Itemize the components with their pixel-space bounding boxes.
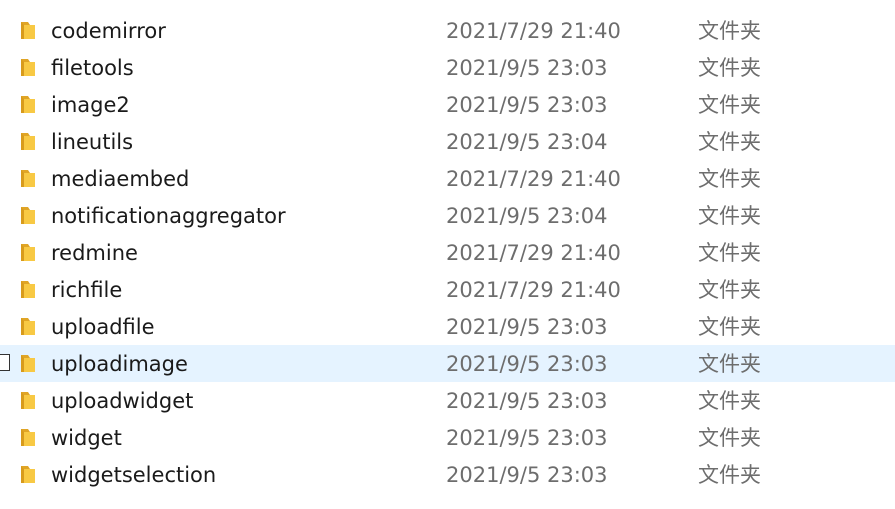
file-name[interactable]: notificationaggregator (51, 204, 286, 228)
file-type: 文件夹 (698, 56, 761, 80)
folder-icon (19, 464, 37, 484)
file-type: 文件夹 (698, 167, 761, 191)
file-type: 文件夹 (698, 463, 761, 487)
date-modified: 2021/9/5 23:03 (446, 352, 608, 376)
date-modified: 2021/7/29 21:40 (446, 19, 621, 43)
date-modified: 2021/7/29 21:40 (446, 278, 621, 302)
list-item[interactable]: lineutils 2021/9/5 23:04 文件夹 (0, 123, 895, 160)
folder-icon (19, 168, 37, 188)
folder-icon (19, 57, 37, 77)
file-type: 文件夹 (698, 204, 761, 228)
list-item[interactable]: codemirror 2021/7/29 21:40 文件夹 (0, 12, 895, 49)
file-name[interactable]: uploadfile (51, 315, 155, 339)
folder-icon (19, 316, 37, 336)
folder-icon (19, 427, 37, 447)
file-type: 文件夹 (698, 426, 761, 450)
list-item[interactable]: widgetselection 2021/9/5 23:03 文件夹 (0, 456, 895, 493)
date-modified: 2021/9/5 23:04 (446, 130, 608, 154)
file-type: 文件夹 (698, 130, 761, 154)
list-item[interactable]: redmine 2021/7/29 21:40 文件夹 (0, 234, 895, 271)
file-name[interactable]: image2 (51, 93, 130, 117)
file-type: 文件夹 (698, 315, 761, 339)
file-type: 文件夹 (698, 389, 761, 413)
list-item[interactable]: mediaembed 2021/7/29 21:40 文件夹 (0, 160, 895, 197)
date-modified: 2021/9/5 23:03 (446, 315, 608, 339)
list-item[interactable]: uploadimage 2021/9/5 23:03 文件夹 (0, 345, 895, 382)
list-item[interactable]: uploadwidget 2021/9/5 23:03 文件夹 (0, 382, 895, 419)
file-type: 文件夹 (698, 241, 761, 265)
date-modified: 2021/9/5 23:03 (446, 463, 608, 487)
date-modified: 2021/9/5 23:03 (446, 56, 608, 80)
folder-icon (19, 20, 37, 40)
folder-icon (19, 205, 37, 225)
folder-icon (19, 279, 37, 299)
date-modified: 2021/9/5 23:03 (446, 93, 608, 117)
file-type: 文件夹 (698, 93, 761, 117)
list-item[interactable]: image2 2021/9/5 23:03 文件夹 (0, 86, 895, 123)
file-name[interactable]: richfile (51, 278, 122, 302)
file-name[interactable]: codemirror (51, 19, 166, 43)
file-name[interactable]: uploadwidget (51, 389, 193, 413)
date-modified: 2021/9/5 23:03 (446, 426, 608, 450)
file-list: codemirror 2021/7/29 21:40 文件夹 filetools 202… (0, 12, 895, 493)
file-name[interactable]: filetools (51, 56, 134, 80)
folder-icon (19, 131, 37, 151)
list-item[interactable]: richfile 2021/7/29 21:40 文件夹 (0, 271, 895, 308)
list-item[interactable]: notificationaggregator 2021/9/5 23:04 文件夹 (0, 197, 895, 234)
file-name[interactable]: widget (51, 426, 122, 450)
date-modified: 2021/9/5 23:04 (446, 204, 608, 228)
folder-icon (19, 94, 37, 114)
file-type: 文件夹 (698, 278, 761, 302)
file-name[interactable]: widgetselection (51, 463, 216, 487)
date-modified: 2021/7/29 21:40 (446, 241, 621, 265)
file-name[interactable]: uploadimage (51, 352, 188, 376)
folder-icon (19, 242, 37, 262)
list-item[interactable]: widget 2021/9/5 23:03 文件夹 (0, 419, 895, 456)
folder-icon (19, 390, 37, 410)
date-modified: 2021/7/29 21:40 (446, 167, 621, 191)
list-item[interactable]: uploadfile 2021/9/5 23:03 文件夹 (0, 308, 895, 345)
file-type: 文件夹 (698, 352, 761, 376)
date-modified: 2021/9/5 23:03 (446, 389, 608, 413)
file-name[interactable]: mediaembed (51, 167, 189, 191)
file-name[interactable]: redmine (51, 241, 138, 265)
list-item[interactable]: filetools 2021/9/5 23:03 文件夹 (0, 49, 895, 86)
file-name[interactable]: lineutils (51, 130, 133, 154)
file-type: 文件夹 (698, 19, 761, 43)
folder-icon (19, 353, 37, 373)
